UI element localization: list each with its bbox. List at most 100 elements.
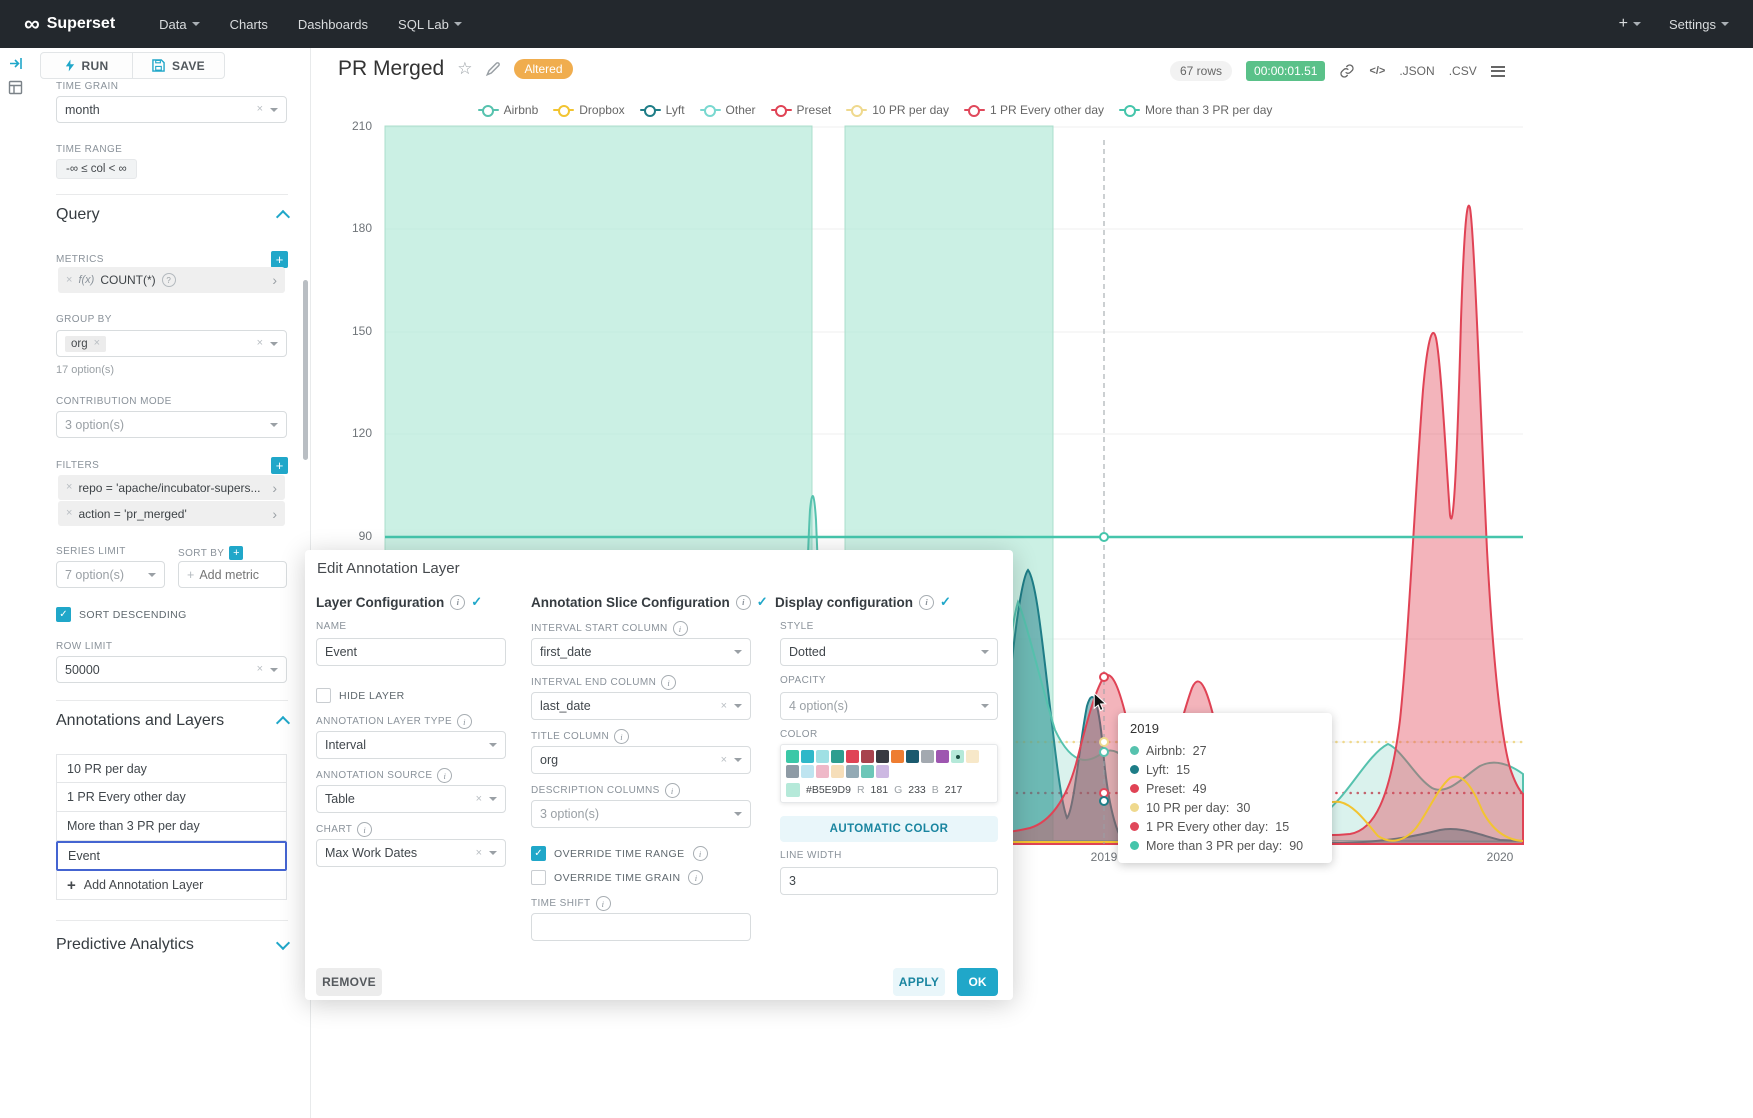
layer-name-input[interactable] bbox=[316, 638, 506, 666]
info-icon[interactable]: i bbox=[661, 675, 676, 690]
color-swatch[interactable] bbox=[921, 750, 934, 763]
run-button[interactable]: RUN bbox=[41, 53, 132, 78]
sort-descending-row[interactable]: ✓ SORT DESCENDING bbox=[56, 607, 187, 622]
color-swatch[interactable] bbox=[831, 750, 844, 763]
opacity-select[interactable]: 4 option(s) bbox=[780, 692, 998, 720]
info-icon[interactable]: i bbox=[357, 822, 372, 837]
color-swatch[interactable] bbox=[861, 750, 874, 763]
override-time-range-row[interactable]: ✓ OVERRIDE TIME RANGE i bbox=[531, 846, 708, 861]
remove-filter-icon[interactable]: × bbox=[66, 482, 72, 493]
line-width-input[interactable] bbox=[780, 867, 998, 895]
remove-metric-icon[interactable]: × bbox=[66, 275, 72, 286]
title-column-select[interactable]: org × bbox=[531, 746, 751, 774]
query-section-header[interactable]: Query bbox=[56, 206, 288, 224]
description-columns-select[interactable]: 3 option(s) bbox=[531, 800, 751, 828]
legend-item[interactable]: More than 3 PR per day bbox=[1119, 103, 1272, 117]
filter-pill[interactable]: × repo = 'apache/incubator-supers... › bbox=[58, 475, 285, 500]
interval-start-select[interactable]: first_date bbox=[531, 638, 751, 666]
info-icon[interactable]: i bbox=[688, 870, 703, 885]
time-grain-select[interactable]: month × bbox=[56, 96, 287, 123]
g-value[interactable]: 233 bbox=[908, 784, 926, 796]
metric-pill[interactable]: × f(x) COUNT(*) ? › bbox=[58, 267, 285, 293]
sort-descending-checkbox[interactable]: ✓ bbox=[56, 607, 71, 622]
color-swatch[interactable] bbox=[891, 750, 904, 763]
altered-badge[interactable]: Altered bbox=[514, 59, 572, 79]
legend-item[interactable]: 10 PR per day bbox=[846, 103, 949, 117]
color-swatch[interactable] bbox=[966, 750, 979, 763]
color-swatch[interactable] bbox=[906, 750, 919, 763]
sort-by-input[interactable]: + bbox=[178, 561, 287, 588]
clear-icon[interactable]: × bbox=[257, 104, 263, 115]
color-swatch[interactable] bbox=[786, 765, 799, 778]
override-time-grain-checkbox[interactable] bbox=[531, 870, 546, 885]
filter-pill[interactable]: × action = 'pr_merged' › bbox=[58, 501, 285, 526]
series-limit-select[interactable]: 7 option(s) bbox=[56, 561, 165, 588]
sort-by-metric-input[interactable] bbox=[199, 568, 269, 582]
color-swatch[interactable] bbox=[831, 765, 844, 778]
share-link-icon[interactable] bbox=[1339, 63, 1355, 79]
row-limit-select[interactable]: 50000 × bbox=[56, 656, 287, 683]
automatic-color-button[interactable]: AUTOMATIC COLOR bbox=[780, 816, 998, 842]
save-button[interactable]: SAVE bbox=[132, 53, 224, 78]
nav-dashboards[interactable]: Dashboards bbox=[298, 17, 368, 32]
embed-code-icon[interactable]: </> bbox=[1369, 65, 1385, 77]
legend-item[interactable]: Lyft bbox=[640, 103, 685, 117]
color-swatch[interactable] bbox=[846, 765, 859, 778]
remove-filter-icon[interactable]: × bbox=[66, 508, 72, 519]
clear-icon[interactable]: × bbox=[721, 755, 727, 766]
superset-logo[interactable]: ∞ Superset bbox=[24, 13, 115, 35]
info-icon[interactable]: i bbox=[665, 783, 680, 798]
settings-menu[interactable]: Settings bbox=[1669, 17, 1729, 32]
clear-icon[interactable]: × bbox=[476, 848, 482, 859]
color-swatch-selected[interactable] bbox=[951, 750, 964, 763]
edit-properties-icon[interactable] bbox=[485, 61, 501, 77]
chart-select[interactable]: Max Work Dates × bbox=[316, 839, 506, 867]
info-icon[interactable]: i bbox=[693, 846, 708, 861]
add-metric-button[interactable]: + bbox=[271, 251, 288, 268]
info-icon[interactable]: i bbox=[614, 729, 629, 744]
ok-button[interactable]: OK bbox=[957, 968, 998, 996]
color-swatch[interactable] bbox=[936, 750, 949, 763]
nav-charts[interactable]: Charts bbox=[230, 17, 268, 32]
predictive-analytics-header[interactable]: Predictive Analytics bbox=[56, 936, 288, 954]
info-icon[interactable]: i bbox=[919, 595, 934, 610]
color-swatch[interactable] bbox=[801, 765, 814, 778]
legend-item[interactable]: Preset bbox=[771, 103, 832, 117]
b-value[interactable]: 217 bbox=[945, 784, 963, 796]
info-icon[interactable]: i bbox=[450, 595, 465, 610]
annotation-layer-row-selected[interactable]: Event bbox=[56, 841, 287, 871]
favorite-star-icon[interactable]: ☆ bbox=[457, 59, 472, 79]
contribution-mode-select[interactable]: 3 option(s) bbox=[56, 411, 287, 438]
color-swatch[interactable] bbox=[861, 765, 874, 778]
panel-scrollbar[interactable] bbox=[303, 280, 308, 460]
annotation-layer-type-select[interactable]: Interval bbox=[316, 731, 506, 759]
export-json-button[interactable]: .JSON bbox=[1399, 64, 1434, 78]
color-swatch[interactable] bbox=[801, 750, 814, 763]
clear-icon[interactable]: × bbox=[257, 664, 263, 675]
apply-button[interactable]: APPLY bbox=[893, 968, 945, 996]
info-icon[interactable]: i bbox=[736, 595, 751, 610]
add-annotation-layer-button[interactable]: + Add Annotation Layer bbox=[56, 871, 287, 900]
hex-value[interactable]: #B5E9D9 bbox=[806, 784, 851, 796]
color-swatch[interactable] bbox=[816, 765, 829, 778]
add-filter-button[interactable]: + bbox=[271, 457, 288, 474]
annotation-layer-row[interactable]: 10 PR per day bbox=[56, 754, 287, 783]
remove-tag-icon[interactable]: × bbox=[94, 338, 100, 349]
clear-icon[interactable]: × bbox=[476, 794, 482, 805]
color-swatch[interactable] bbox=[846, 750, 859, 763]
override-time-grain-row[interactable]: OVERRIDE TIME GRAIN i bbox=[531, 870, 703, 885]
color-swatch[interactable] bbox=[876, 750, 889, 763]
legend-item[interactable]: Dropbox bbox=[553, 103, 624, 117]
annotations-section-header[interactable]: Annotations and Layers bbox=[56, 712, 288, 730]
info-icon[interactable]: i bbox=[437, 768, 452, 783]
legend-item[interactable]: 1 PR Every other day bbox=[964, 103, 1104, 117]
annotation-layer-row[interactable]: 1 PR Every other day bbox=[56, 783, 287, 812]
hide-layer-row[interactable]: HIDE LAYER bbox=[316, 688, 405, 703]
nav-sql-lab[interactable]: SQL Lab bbox=[398, 17, 462, 32]
add-sort-metric-button[interactable]: + bbox=[229, 546, 243, 560]
menu-icon[interactable] bbox=[1491, 66, 1505, 77]
annotation-source-select[interactable]: Table × bbox=[316, 785, 506, 813]
info-icon[interactable]: i bbox=[457, 714, 472, 729]
info-icon[interactable]: i bbox=[596, 896, 611, 911]
color-swatch[interactable] bbox=[876, 765, 889, 778]
